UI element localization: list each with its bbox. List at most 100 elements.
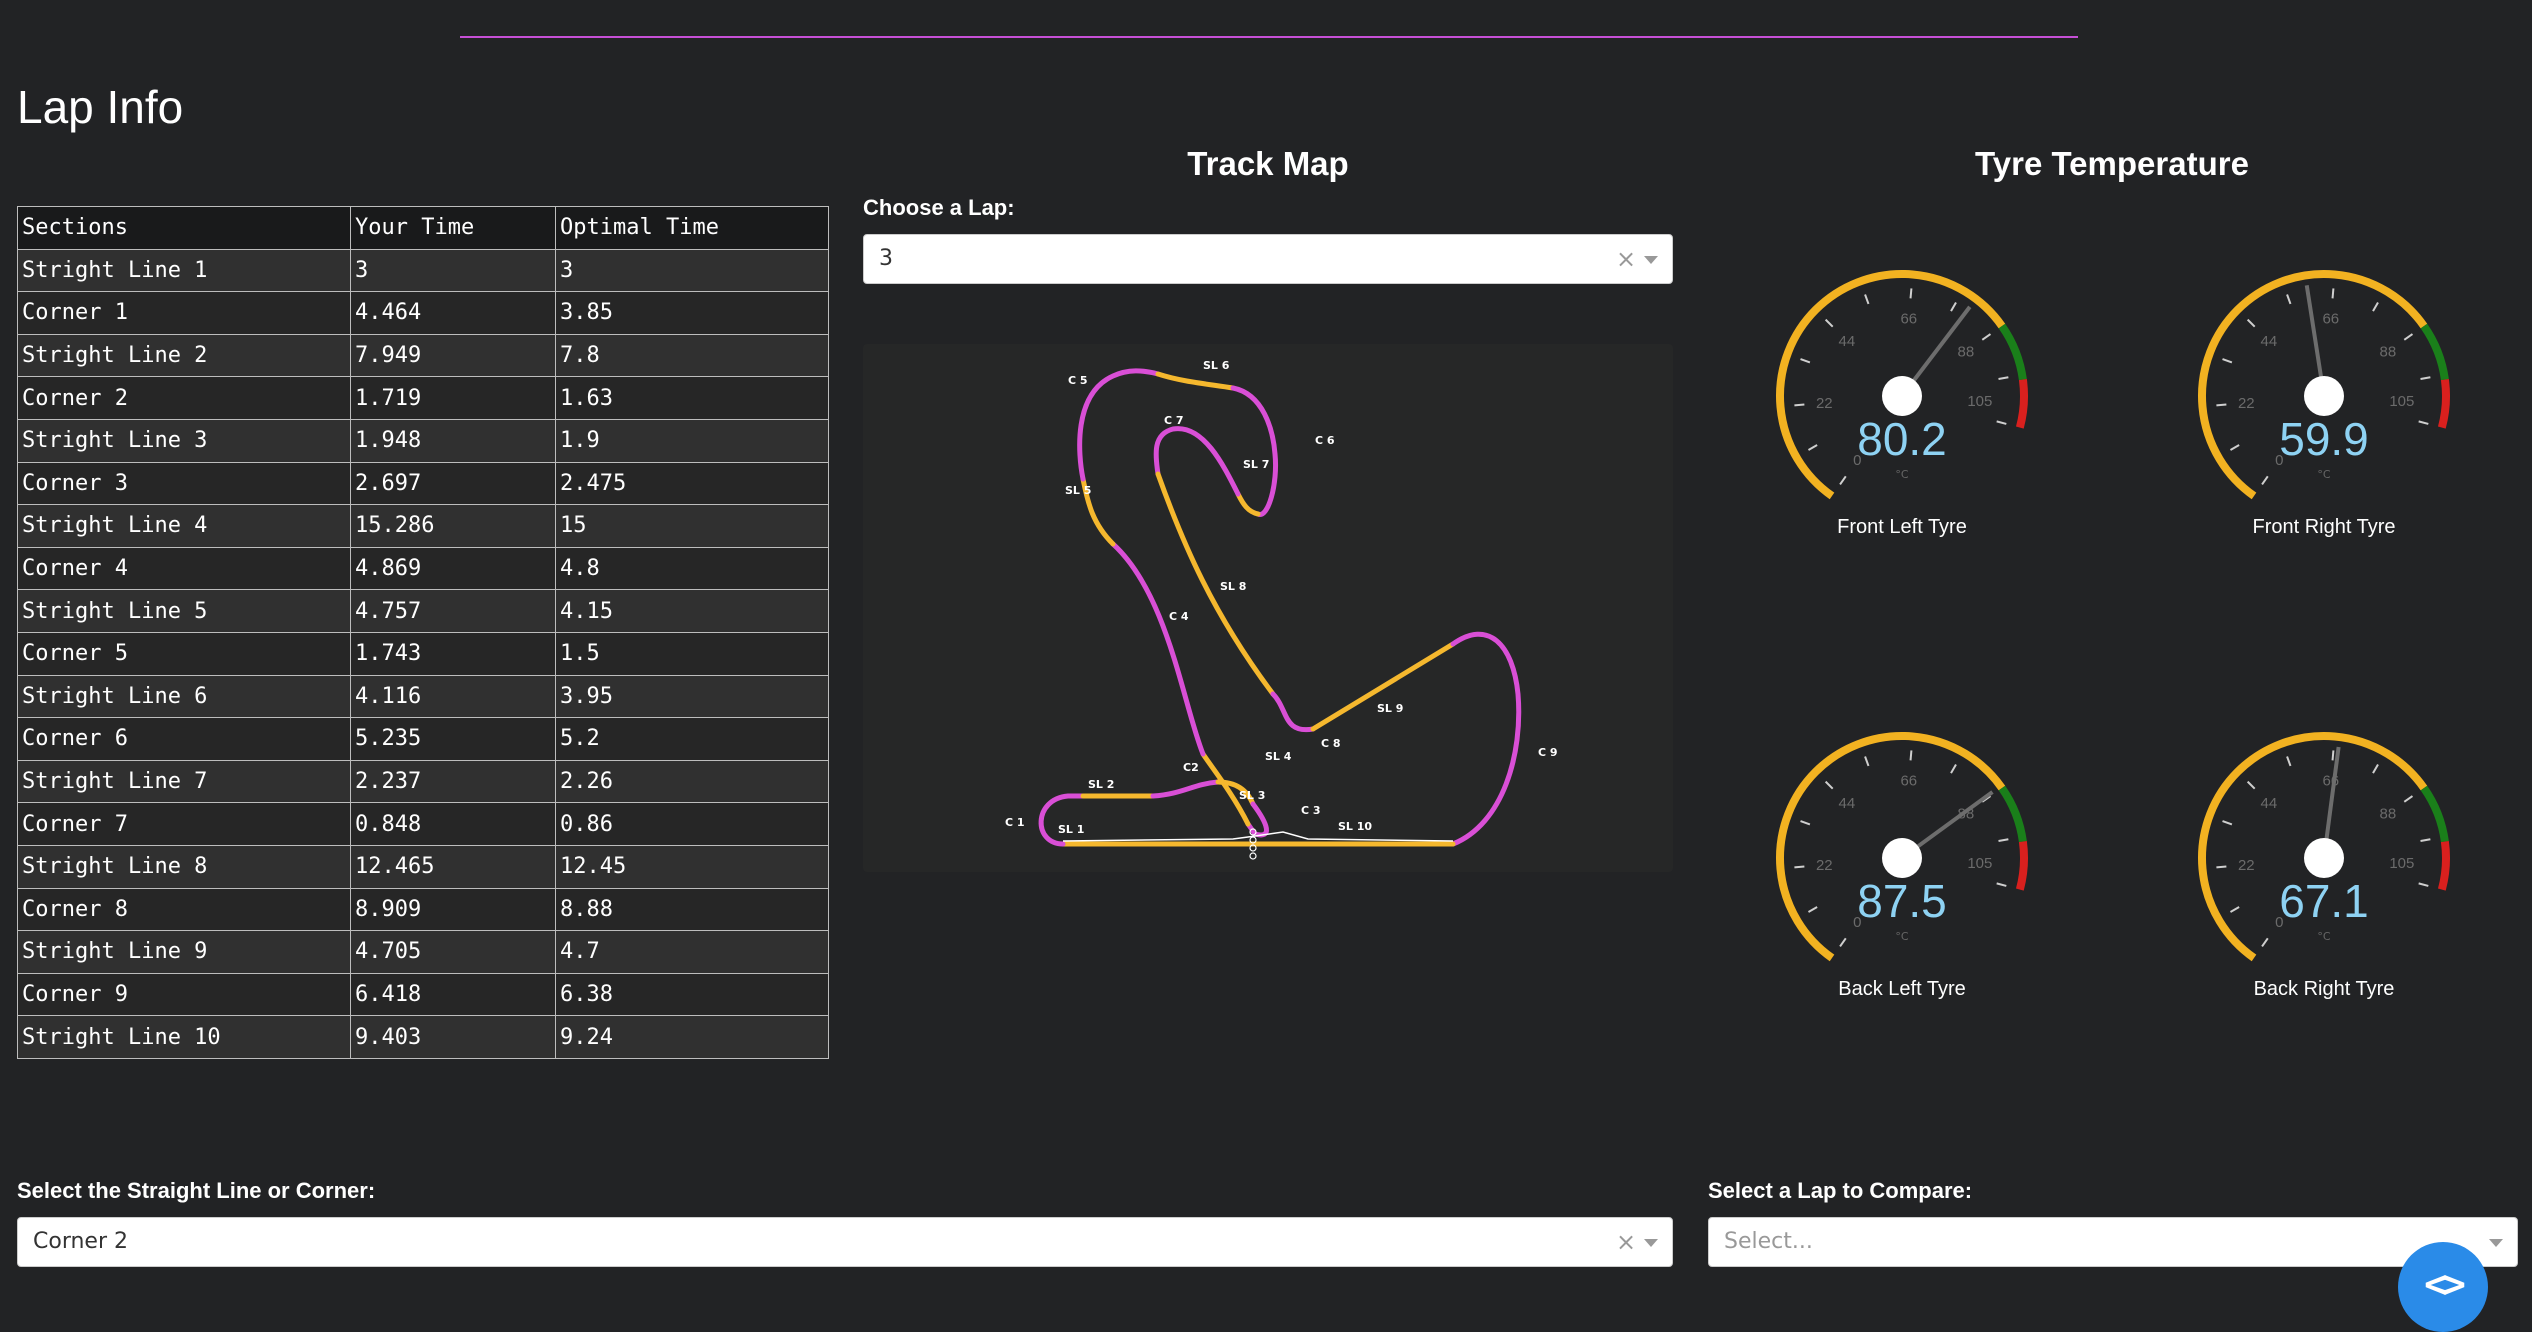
gauge-tick [1824,318,1834,328]
cell-your-time: 4.464 [350,291,556,335]
track-label-sl-4: SL 4 [1265,750,1292,763]
gauge-name: Front Right Tyre [2252,516,2396,538]
cell-your-time: 7.949 [350,333,556,378]
section-select-label: Select the Straight Line or Corner: [17,1178,376,1203]
table-row: Corner 3 2.697 2.475 [17,461,829,506]
compare-lap-label: Select a Lap to Compare: [1708,1178,1973,1203]
cell-your-time: 4.116 [350,674,556,719]
compare-lap-dropdown[interactable]: Select... [1708,1217,2518,1267]
cell-section: Corner 8 [17,887,351,932]
gauge-scale-label: 66 [1900,772,1917,789]
gauge-scale-label: 22 [2238,395,2255,412]
gauge-tick [1981,333,1992,341]
gauge-tick [2420,838,2431,842]
cell-your-time: 9.403 [350,1015,556,1059]
cell-optimal-time: 9.24 [555,1015,829,1059]
table-row: Corner 6 5.235 5.2 [17,717,829,761]
table-row: Stright Line 8 12.465 12.45 [17,844,829,889]
gauge-scale-label: 105 [1967,855,1992,872]
cell-optimal-time: 3.95 [555,674,829,719]
track-label-c-1: C 1 [1005,816,1025,829]
gauge-unit: °C [2317,930,2331,943]
column-header-optimal-time: Optimal Time [555,206,829,250]
cell-your-time: 4.757 [350,589,556,633]
gauge-tick [2246,318,2256,328]
cell-optimal-time: 6.38 [555,972,829,1017]
gauge-scale-label: 44 [1839,333,1856,350]
track-label-sl-5: SL 5 [1065,484,1091,497]
table-row: Corner 4 4.869 4.8 [17,546,829,591]
gauge-tick [2246,780,2256,790]
cell-optimal-time: 5.2 [555,717,829,761]
gauge-tick [2331,288,2335,299]
table-body: Stright Line 1 3 3 Corner 1 4.464 3.85 Stright… [17,248,829,1059]
track-map-graphic: SL 1 C 1 SL 2 C2 SL 3 C 3 SL 4 C 4 SL 5 C 5 SL 6 C … [1005,359,1558,860]
track-label-c-7: C 7 [1164,414,1184,427]
track-segment-c-1 [1038,793,1086,847]
lap-times-table: Sections Your Time Optimal Time Stright … [17,206,829,1059]
table-row: Corner 7 0.848 0.86 [17,802,829,846]
gauge-tick [1998,376,2009,380]
track-label-sl-10: SL 10 [1338,820,1372,833]
gauge-readout: 87.5 [1857,875,1947,927]
gauge-scale-label: 66 [2322,310,2339,327]
track-label-c-4: C 4 [1169,610,1189,623]
cell-section: Stright Line 9 [17,930,351,974]
gauge-hub [2304,838,2344,878]
cell-your-time: 1.743 [350,631,556,676]
gauge-scale-label: 88 [2380,805,2397,822]
choose-lap-label: Choose a Lap: [863,195,1015,220]
section-dropdown[interactable]: Corner 2 × [17,1217,1673,1267]
gauge-hub [2304,376,2344,416]
clear-section-icon[interactable]: × [1616,1218,1636,1266]
cell-optimal-time: 0.86 [555,802,829,846]
cell-your-time: 6.418 [350,972,556,1017]
track-label-c-6: C 6 [1315,434,1335,447]
cell-your-time: 1.719 [350,376,556,420]
track-label-c-3: C 3 [1301,804,1321,817]
track-label-sl-6: SL 6 [1203,359,1230,372]
gauge-dial: 022446688105 [2198,270,2450,500]
clear-lap-icon[interactable]: × [1616,235,1636,283]
track-segment-sl-6 [1155,371,1236,391]
cell-optimal-time: 4.7 [555,930,829,974]
gauge-scale-label: 22 [2238,857,2255,874]
gauge-scale-label: 88 [1958,343,1975,360]
chevron-down-icon[interactable] [1644,1239,1658,1247]
cell-optimal-time: 1.9 [555,418,829,463]
tyre-temperature-title: Tyre Temperature [1975,145,2249,182]
choose-lap-dropdown[interactable]: 3 × [863,234,1673,284]
cell-optimal-time: 15 [555,504,829,548]
gauge-tick [1998,838,2009,842]
top-divider [460,36,2078,38]
chevron-down-icon[interactable] [2489,1239,2503,1247]
cell-your-time: 2.237 [350,759,556,804]
front-left-tyre-gauge: 0 22 44 66 88 105 80.2 °C Front Left Tyre [1752,246,2052,546]
cell-your-time: 15.286 [350,504,556,548]
code-toggle-button[interactable]: <> [2398,1242,2488,1332]
gauge-band-optimal [1998,785,2027,843]
cell-optimal-time: 2.475 [555,461,829,506]
back-right-tyre-gauge: 0 22 44 66 88 105 67.1 °C Back Right Tyre [2174,708,2474,1008]
gauge-name: Back Left Tyre [1838,978,1966,1000]
cell-section: Stright Line 8 [17,844,351,889]
table-row: Stright Line 7 2.237 2.26 [17,759,829,804]
gauge-unit: °C [2317,468,2331,481]
cell-optimal-time: 2.26 [555,759,829,804]
gauge-dial: 022446688105 [1776,732,2028,962]
cell-section: Corner 4 [17,546,351,591]
gauge-hub [1882,376,1922,416]
gauge-hub [1882,838,1922,878]
table-row: Stright Line 3 1.948 1.9 [17,418,829,463]
chevron-down-icon[interactable] [1644,256,1658,264]
track-label-sl-2: SL 2 [1088,778,1114,791]
page-title: Lap Info [17,81,184,133]
table-row: Corner 5 1.743 1.5 [17,631,829,676]
gauge-tick [1824,780,1834,790]
gauge-band-optimal [1998,323,2027,381]
table-row: Corner 1 4.464 3.85 [17,291,829,335]
gauge-scale-label: 66 [1900,310,1917,327]
cell-section: Stright Line 5 [17,589,351,633]
gauge-tick [1800,358,1811,364]
track-label-sl-9: SL 9 [1377,702,1403,715]
